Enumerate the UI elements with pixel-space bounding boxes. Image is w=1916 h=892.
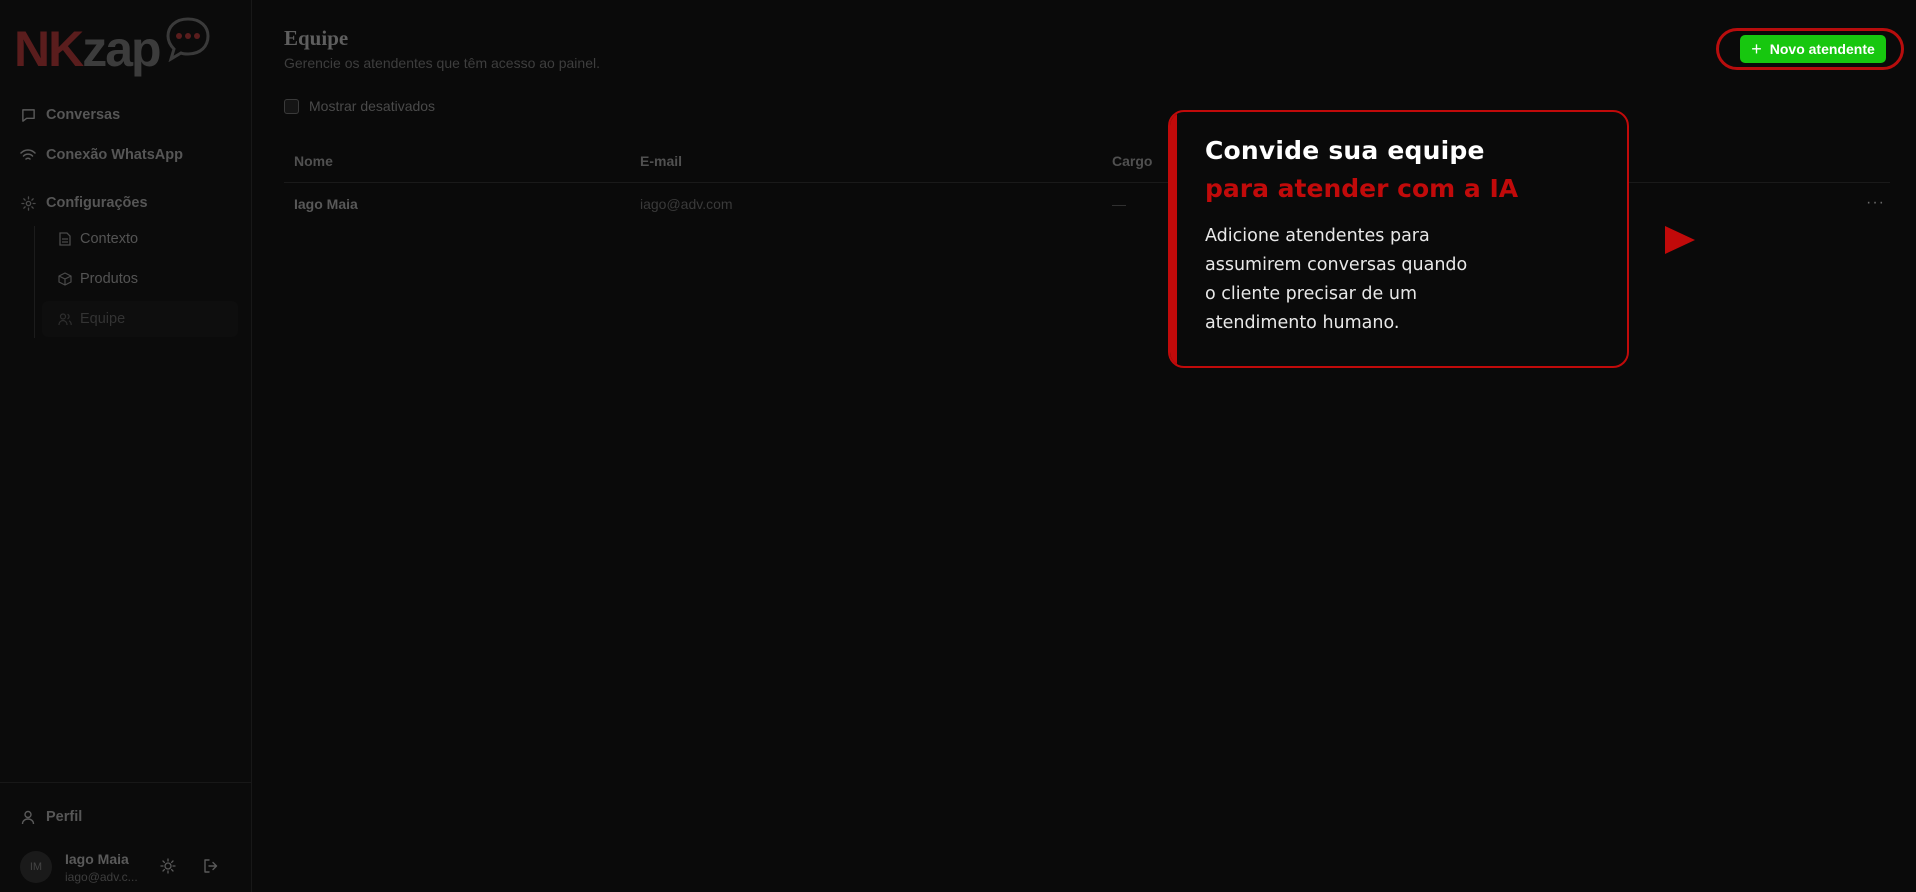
sidebar-item-conexao-whatsapp[interactable]: Conexão WhatsApp bbox=[20, 143, 183, 167]
show-disabled-checkbox[interactable] bbox=[284, 98, 299, 114]
wifi-icon bbox=[20, 147, 36, 163]
page-subtitle: Gerencie os atendentes que têm acesso ao… bbox=[284, 55, 600, 71]
sidebar-item-label: Conexão WhatsApp bbox=[46, 147, 183, 163]
plus-icon: + bbox=[1751, 39, 1762, 59]
onboarding-tooltip: Convide sua equipe para atender com a IA… bbox=[1168, 110, 1629, 368]
brand-logo-prefix: NK bbox=[14, 21, 84, 77]
sidebar-item-contexto[interactable]: Contexto bbox=[58, 227, 138, 251]
column-header-nome[interactable]: Nome bbox=[294, 153, 333, 169]
user-email: iago@adv.c... bbox=[65, 870, 138, 884]
show-disabled-label: Mostrar desativados bbox=[309, 98, 436, 114]
chat-bubble-icon bbox=[20, 107, 36, 123]
sidebar-item-label: Produtos bbox=[80, 271, 139, 287]
cell-name: Iago Maia bbox=[294, 196, 358, 212]
pointer-arrow-icon bbox=[1665, 226, 1695, 254]
brand-logo[interactable]: NKzap bbox=[14, 14, 214, 76]
sidebar-footer: Perfil IM Iago Maia iago@adv.c... bbox=[0, 782, 252, 892]
user-icon bbox=[20, 809, 36, 825]
show-disabled-toggle[interactable]: Mostrar desativados bbox=[284, 98, 435, 114]
users-icon bbox=[58, 312, 72, 326]
sidebar-item-label: Equipe bbox=[80, 311, 126, 327]
column-header-cargo[interactable]: Cargo bbox=[1112, 153, 1152, 169]
cell-cargo: — bbox=[1112, 196, 1126, 212]
sidebar: NKzap Conversas Conexão WhatsApp Configu… bbox=[0, 0, 252, 892]
document-icon bbox=[58, 232, 72, 246]
tooltip-title: Convide sua equipe bbox=[1205, 136, 1485, 165]
new-attendant-label: Novo atendente bbox=[1769, 41, 1875, 57]
new-attendant-button[interactable]: + Novo atendente bbox=[1740, 35, 1886, 63]
tooltip-title-highlight: para atender com a IA bbox=[1205, 174, 1519, 203]
cell-email: iago@adv.com bbox=[640, 196, 733, 212]
logout-icon bbox=[203, 858, 219, 879]
submenu-divider bbox=[34, 226, 35, 338]
sidebar-item-equipe[interactable]: Equipe bbox=[42, 301, 238, 337]
box-icon bbox=[58, 272, 72, 286]
theme-toggle-button[interactable] bbox=[157, 857, 179, 879]
main-content: Equipe Gerencie os atendentes que têm ac… bbox=[252, 0, 1916, 892]
sidebar-item-label: Perfil bbox=[46, 809, 83, 825]
page-title: Equipe bbox=[284, 26, 349, 50]
tooltip-body: Adicione atendentes para assumirem conve… bbox=[1205, 222, 1505, 338]
user-name: Iago Maia bbox=[65, 851, 129, 867]
tooltip-body-line: o cliente precisar de um bbox=[1205, 284, 1418, 304]
sidebar-item-label: Conversas bbox=[46, 107, 121, 123]
gear-icon bbox=[20, 195, 36, 211]
tooltip-body-line: Adicione atendentes para bbox=[1205, 226, 1430, 246]
logout-button[interactable] bbox=[200, 857, 222, 879]
sidebar-item-label: Contexto bbox=[80, 231, 139, 247]
chat-dots-logo-icon bbox=[166, 17, 210, 62]
brand-logo-suffix: zap bbox=[82, 21, 161, 77]
tooltip-body-line: atendimento humano. bbox=[1205, 313, 1400, 333]
tooltip-accent-bar bbox=[1170, 112, 1177, 366]
avatar[interactable]: IM bbox=[20, 851, 52, 883]
sidebar-item-produtos[interactable]: Produtos bbox=[58, 267, 138, 291]
sidebar-item-label: Configurações bbox=[46, 195, 148, 211]
table-divider bbox=[284, 182, 1890, 183]
sidebar-item-conversas[interactable]: Conversas bbox=[20, 103, 120, 127]
sun-icon bbox=[160, 857, 176, 879]
sidebar-item-perfil[interactable]: Perfil bbox=[20, 805, 82, 829]
column-header-email[interactable]: E-mail bbox=[640, 153, 682, 169]
tooltip-body-line: assumirem conversas quando bbox=[1205, 255, 1468, 275]
sidebar-item-configuracoes[interactable]: Configurações bbox=[20, 191, 148, 215]
row-more-options-icon[interactable]: ··· bbox=[1866, 194, 1885, 212]
